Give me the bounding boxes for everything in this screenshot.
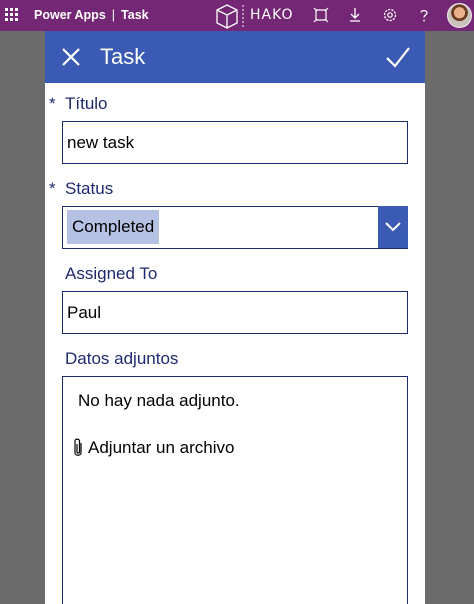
fit-screen-icon[interactable] xyxy=(312,6,330,24)
app-name: Power Apps xyxy=(34,8,106,22)
help-icon[interactable] xyxy=(415,6,433,24)
title-separator: | xyxy=(111,8,116,22)
status-selected-value: Completed xyxy=(67,210,160,244)
status-dropdown[interactable]: Completed xyxy=(62,206,408,249)
task-form-panel: Task * Título * Status Completed Assigne… xyxy=(45,31,425,604)
form-header: Task xyxy=(45,31,425,83)
attachments-label: Datos adjuntos xyxy=(65,349,179,368)
close-icon[interactable] xyxy=(59,45,83,69)
settings-icon[interactable] xyxy=(381,6,399,24)
screen-name: Task xyxy=(121,8,149,22)
waffle-icon[interactable] xyxy=(5,8,18,21)
assigned-to-field[interactable] xyxy=(62,291,408,334)
paperclip-icon xyxy=(74,438,82,456)
titulo-field[interactable] xyxy=(62,121,408,164)
app-bar: Power Apps | Task HAKO xyxy=(0,0,474,31)
status-required-mark: * xyxy=(49,179,56,198)
chevron-down-icon[interactable] xyxy=(378,206,408,248)
titulo-required-mark: * xyxy=(49,94,56,113)
download-icon[interactable] xyxy=(346,6,364,24)
assigned-to-input[interactable] xyxy=(63,292,407,333)
attachments-empty-text: No hay nada adjunto. xyxy=(78,391,240,410)
logo-text: HAKO xyxy=(250,7,294,23)
user-avatar[interactable] xyxy=(447,3,472,28)
status-label: Status xyxy=(65,179,114,198)
titulo-label: Título xyxy=(65,94,108,113)
assigned-to-label: Assigned To xyxy=(65,264,158,283)
submit-check-icon[interactable] xyxy=(384,43,412,71)
attach-file-link[interactable]: Adjuntar un archivo xyxy=(71,437,234,459)
app-title: Power Apps | Task xyxy=(34,8,149,22)
attach-file-label: Adjuntar un archivo xyxy=(88,438,235,457)
attachments-box: No hay nada adjunto. Adjuntar un archivo xyxy=(62,376,408,604)
form-title: Task xyxy=(100,44,146,69)
titulo-input[interactable] xyxy=(63,122,407,163)
